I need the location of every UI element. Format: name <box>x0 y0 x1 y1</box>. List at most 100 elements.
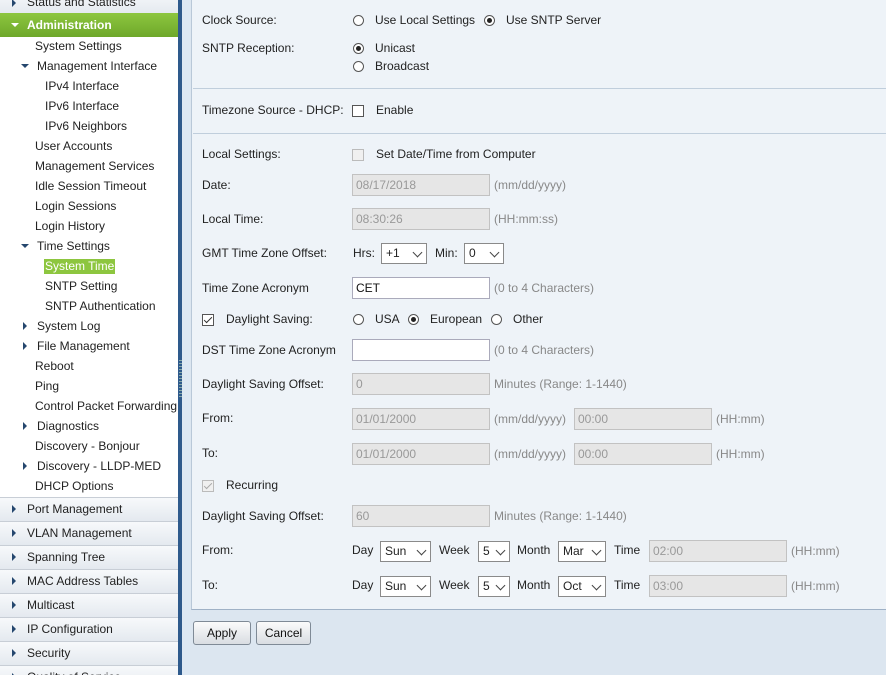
nav-item-control-packet-forwarding[interactable]: Control Packet Forwarding <box>0 396 178 416</box>
sntp-unicast-radio[interactable] <box>353 43 364 54</box>
ds-offset-label: Daylight Saving Offset: <box>202 377 324 391</box>
nav-item-idle-session-timeout[interactable]: Idle Session Timeout <box>0 176 178 196</box>
from-time-input[interactable] <box>574 408 712 430</box>
clock-source-sntp-radio[interactable] <box>484 15 495 26</box>
nav-item-reboot[interactable]: Reboot <box>0 356 178 376</box>
daylight-saving-checkbox[interactable] <box>202 314 214 326</box>
nav-item-discovery-lldp-med[interactable]: Discovery - LLDP-MED <box>0 456 178 476</box>
clock-source-local-radio[interactable] <box>353 15 364 26</box>
recurring-from-week-select[interactable]: 5 <box>478 541 510 562</box>
recurring-to-day-label: Day <box>352 578 374 592</box>
collapse-arrow-icon <box>21 244 29 248</box>
local-time-format-hint: (HH:mm:ss) <box>494 212 558 226</box>
ds-offset-input[interactable] <box>352 373 490 395</box>
nav-item-sntp-setting[interactable]: SNTP Setting <box>0 276 178 296</box>
dst-usa-label: USA <box>375 312 400 326</box>
nav-item-user-accounts[interactable]: User Accounts <box>0 136 178 156</box>
local-settings-label: Local Settings: <box>202 147 281 161</box>
recurring-checkbox[interactable] <box>202 480 214 492</box>
from-date-input[interactable] <box>352 408 490 430</box>
nav-section-administration[interactable]: Administration <box>0 13 178 37</box>
nav-item-file-management[interactable]: File Management <box>0 336 178 356</box>
expand-arrow-icon <box>23 462 27 470</box>
nav-item-ping[interactable]: Ping <box>0 376 178 396</box>
dst-european-radio[interactable] <box>408 314 419 325</box>
nav-item-ipv6-neighbors[interactable]: IPv6 Neighbors <box>0 116 178 136</box>
to-label: To: <box>202 446 219 460</box>
nav-item-ipv4-interface[interactable]: IPv4 Interface <box>0 76 178 96</box>
dst-other-label: Other <box>513 312 544 326</box>
recurring-to-time-label: Time <box>614 578 641 592</box>
nav-item-login-history[interactable]: Login History <box>0 216 178 236</box>
recurring-to-week-select[interactable]: 5 <box>478 576 510 597</box>
nav-section-ip-configuration[interactable]: IP Configuration <box>0 617 178 642</box>
recurring-from-day-select[interactable]: Sun <box>380 541 431 562</box>
nav-section-vlan-management[interactable]: VLAN Management <box>0 521 178 546</box>
nav-item-system-settings[interactable]: System Settings <box>0 36 178 56</box>
nav-item-system-log[interactable]: System Log <box>0 316 178 336</box>
selected-nav-label: System Time <box>44 259 116 274</box>
recurring-to-month-select[interactable]: Oct <box>558 576 606 597</box>
recurring-from-month-label: Month <box>517 543 551 557</box>
expand-arrow-icon <box>23 342 27 350</box>
date-label: Date: <box>202 178 231 192</box>
gmt-minutes-select[interactable]: 0 <box>464 243 504 264</box>
nav-section-multicast[interactable]: Multicast <box>0 593 178 618</box>
set-from-computer-checkbox[interactable] <box>352 149 364 161</box>
gmt-hrs-label: Hrs: <box>353 246 375 260</box>
to-date-hint: (mm/dd/yyyy) <box>494 447 566 461</box>
clock-source-local-label: Use Local Settings <box>375 13 476 27</box>
to-time-input[interactable] <box>574 443 712 465</box>
recurring-from-time-input[interactable] <box>649 540 787 562</box>
local-time-input[interactable] <box>352 208 490 230</box>
recurring-from-month-select[interactable]: Mar <box>558 541 606 562</box>
nav-item-time-settings[interactable]: Time Settings <box>0 236 178 256</box>
expand-arrow-icon <box>12 649 16 657</box>
recurring-to-day-select[interactable]: Sun <box>380 576 431 597</box>
ds-offset-recurring-hint: Minutes (Range: 1-1440) <box>494 509 627 523</box>
nav-item-ipv6-interface[interactable]: IPv6 Interface <box>0 96 178 116</box>
dst-european-label: European <box>430 312 483 326</box>
dst-other-radio[interactable] <box>491 314 502 325</box>
ds-offset-recurring-input[interactable] <box>352 505 490 527</box>
nav-section-quality-of-service[interactable]: Quality of Service <box>0 665 178 675</box>
dst-acronym-input[interactable] <box>352 339 490 361</box>
from-date-hint: (mm/dd/yyyy) <box>494 412 566 426</box>
nav-item-dhcp-options[interactable]: DHCP Options <box>0 476 178 496</box>
nav-item-sntp-authentication[interactable]: SNTP Authentication <box>0 296 178 316</box>
nav-item-discovery-bonjour[interactable]: Discovery - Bonjour <box>0 436 178 456</box>
sntp-broadcast-radio[interactable] <box>353 61 364 72</box>
tz-acronym-input[interactable] <box>352 277 490 299</box>
recurring-to-label: To: <box>202 578 219 592</box>
date-input[interactable] <box>352 174 490 196</box>
chevron-down-icon <box>495 580 506 591</box>
to-date-input[interactable] <box>352 443 490 465</box>
recurring-to-time-input[interactable] <box>649 575 787 597</box>
timezone-dhcp-enable-checkbox[interactable] <box>352 105 364 117</box>
sntp-broadcast-label: Broadcast <box>375 59 430 73</box>
dst-usa-radio[interactable] <box>353 314 364 325</box>
nav-item-diagnostics[interactable]: Diagnostics <box>0 416 178 436</box>
nav-section-spanning-tree[interactable]: Spanning Tree <box>0 545 178 570</box>
recurring-from-week-label: Week <box>439 543 470 557</box>
cancel-button[interactable]: Cancel <box>256 621 311 645</box>
chevron-down-icon <box>412 247 423 258</box>
expand-arrow-icon <box>12 0 16 7</box>
recurring-from-time-hint: (HH:mm) <box>791 544 840 558</box>
timezone-source-dhcp-label: Timezone Source - DHCP: <box>202 103 344 117</box>
nav-item-management-interface[interactable]: Management Interface <box>0 56 178 76</box>
nav-section-label: Status and Statistics <box>27 0 136 9</box>
sidebar-resize-handle[interactable] <box>179 0 190 675</box>
nav-item-login-sessions[interactable]: Login Sessions <box>0 196 178 216</box>
nav-section-security[interactable]: Security <box>0 641 178 666</box>
gmt-hours-select[interactable]: +1 <box>381 243 427 264</box>
nav-section-mac-address-tables[interactable]: MAC Address Tables <box>0 569 178 594</box>
expand-arrow-icon <box>12 577 16 585</box>
nav-item-management-services[interactable]: Management Services <box>0 156 178 176</box>
set-from-computer-label: Set Date/Time from Computer <box>376 147 536 161</box>
nav-section-port-management[interactable]: Port Management <box>0 497 178 522</box>
apply-button[interactable]: Apply <box>193 621 251 645</box>
nav-item-system-time[interactable]: System Time <box>0 256 178 276</box>
gmt-min-label: Min: <box>435 246 458 260</box>
expand-arrow-icon <box>23 322 27 330</box>
